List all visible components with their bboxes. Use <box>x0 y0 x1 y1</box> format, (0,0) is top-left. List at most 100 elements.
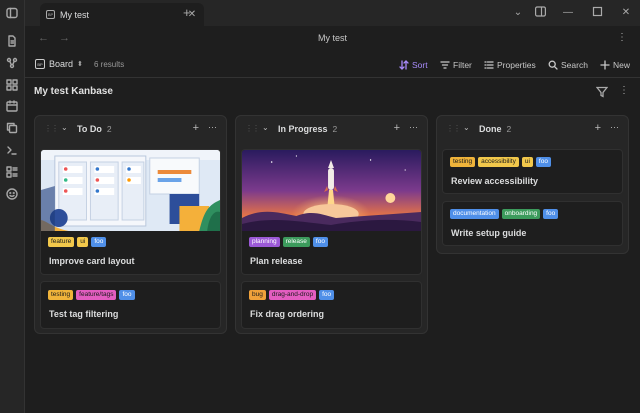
card-tags: testing accessibility ui foo <box>443 157 622 167</box>
view-header: ← → My test ⋮ <box>25 26 640 51</box>
tab-my-test[interactable]: BP My test ✕ <box>40 3 204 26</box>
properties-button[interactable]: Properties <box>484 60 536 70</box>
calendar-icon[interactable] <box>5 99 19 113</box>
card-improve-card-layout[interactable]: feature ui foo Improve card layout <box>40 149 221 275</box>
card-test-tag-filtering[interactable]: testing feature/tags foo Test tag filter… <box>40 281 221 329</box>
card-tags: feature ui foo <box>41 237 220 247</box>
tag[interactable]: foo <box>535 157 551 167</box>
filter-lines-icon <box>440 61 450 69</box>
right-sidebar-toggle-icon[interactable] <box>533 6 547 20</box>
tab-bar: BP My test ✕ + ⌄ — ✕ <box>25 0 640 26</box>
card-cover-image <box>41 150 220 231</box>
sort-icon <box>399 60 409 70</box>
card-tags: bug drag-and-drop foo <box>242 290 421 300</box>
terminal-icon[interactable] <box>5 143 19 157</box>
add-card-plus-icon[interactable]: + <box>193 122 199 134</box>
funnel-filter-icon[interactable] <box>595 86 609 98</box>
column-title: In Progress 2 <box>278 124 338 134</box>
emoji-icon[interactable] <box>5 187 19 201</box>
tag[interactable]: release <box>282 237 310 247</box>
drag-handle-icon[interactable]: ⋮⋮ <box>44 124 59 133</box>
card-tags: planning release foo <box>242 237 421 247</box>
tag[interactable]: planning <box>249 237 280 247</box>
tag[interactable]: ui <box>521 157 533 167</box>
tag[interactable]: drag-and-drop <box>268 290 317 300</box>
column-more-icon[interactable]: ··· <box>208 122 217 132</box>
column-to-do: ⋮⋮ ⌄ To Do 2 + ··· feature ui foo Improv… <box>34 115 227 334</box>
tag[interactable]: feature/tags <box>76 290 117 300</box>
window-close-icon[interactable]: ✕ <box>619 6 633 20</box>
card-title: Fix drag ordering <box>250 309 325 319</box>
tag[interactable]: foo <box>312 237 328 247</box>
search-icon <box>548 60 558 70</box>
column-title: To Do 2 <box>77 124 112 134</box>
chevron-down-icon[interactable]: ⌄ <box>463 123 470 132</box>
add-card-plus-icon[interactable]: + <box>595 122 601 134</box>
kanban-title: My test Kanbase <box>34 86 113 97</box>
copy-icon[interactable] <box>5 121 19 135</box>
tag[interactable]: onboarding <box>501 209 541 219</box>
column-count: 2 <box>332 124 338 134</box>
card-title: Improve card layout <box>49 256 135 266</box>
tag[interactable]: foo <box>543 209 559 219</box>
card-title: Plan release <box>250 256 303 266</box>
tag[interactable]: foo <box>119 290 135 300</box>
plus-icon <box>600 60 610 70</box>
maximize-icon[interactable] <box>590 6 604 20</box>
tag[interactable]: foo <box>91 237 107 247</box>
card-title: Write setup guide <box>451 228 527 238</box>
column-done: ⋮⋮ ⌄ Done 2 + ··· testing accessibility u… <box>436 115 629 254</box>
templates-icon[interactable] <box>5 165 19 179</box>
base-file-icon: BP <box>46 10 55 19</box>
bases-toolbar: BP Board ⬍ 6 results Sort Filter Propert… <box>25 52 640 78</box>
drag-handle-icon[interactable]: ⋮⋮ <box>446 124 461 133</box>
tag[interactable]: testing <box>450 157 476 167</box>
sidebar-toggle-icon[interactable] <box>5 6 19 20</box>
more-options-icon[interactable]: ⋮ <box>619 85 629 96</box>
column-header: ⋮⋮ ⌄ To Do 2 + ··· <box>35 116 226 142</box>
card-title: Review accessibility <box>451 176 539 186</box>
view-selector[interactable]: BP Board ⬍ <box>35 59 83 69</box>
search-button[interactable]: Search <box>548 60 588 70</box>
chevron-down-icon[interactable]: ⌄ <box>262 123 269 132</box>
column-more-icon[interactable]: ··· <box>610 122 619 132</box>
column-count: 2 <box>106 124 112 134</box>
tag[interactable]: bug <box>249 290 266 300</box>
canvas-icon[interactable] <box>5 78 19 92</box>
view-title[interactable]: My test <box>25 33 640 43</box>
card-write-setup-guide[interactable]: documentation onboarding foo Write setup… <box>442 201 623 246</box>
tag[interactable]: documentation <box>450 209 499 219</box>
view-label: Board <box>49 59 74 69</box>
card-tags: testing feature/tags foo <box>41 290 220 300</box>
list-icon <box>484 61 494 69</box>
drag-handle-icon[interactable]: ⋮⋮ <box>245 124 260 133</box>
add-card-plus-icon[interactable]: + <box>394 122 400 134</box>
new-tab-plus-icon[interactable]: + <box>183 6 191 19</box>
results-count: 6 results <box>94 60 125 69</box>
tab-title: My test <box>60 9 90 20</box>
files-icon[interactable] <box>5 34 19 48</box>
tag[interactable]: testing <box>48 290 74 300</box>
chevron-updown-icon: ⬍ <box>77 61 83 68</box>
card-cover-image <box>242 150 421 231</box>
chevron-down-icon[interactable]: ⌄ <box>61 123 68 132</box>
card-plan-release[interactable]: planning release foo Plan release <box>241 149 422 275</box>
tag[interactable]: accessibility <box>478 157 519 167</box>
card-fix-drag-ordering[interactable]: bug drag-and-drop foo Fix drag ordering <box>241 281 422 329</box>
minimize-icon[interactable]: — <box>561 6 575 20</box>
filter-button[interactable]: Filter <box>440 60 472 70</box>
tag[interactable]: foo <box>319 290 335 300</box>
graph-icon[interactable] <box>5 56 19 70</box>
board-view-icon: BP <box>35 59 45 69</box>
tag[interactable]: ui <box>77 237 89 247</box>
sort-button[interactable]: Sort <box>399 60 428 70</box>
column-in-progress: ⋮⋮ ⌄ In Progress 2 + ··· planning releas… <box>235 115 428 334</box>
column-header: ⋮⋮ ⌄ In Progress 2 + ··· <box>236 116 427 142</box>
card-title: Test tag filtering <box>49 309 119 319</box>
chevron-down-icon[interactable]: ⌄ <box>511 6 525 20</box>
column-more-icon[interactable]: ··· <box>409 122 418 132</box>
tag[interactable]: feature <box>48 237 75 247</box>
more-options-icon[interactable]: ⋮ <box>617 32 627 43</box>
new-button[interactable]: New <box>600 60 630 70</box>
card-review-accessibility[interactable]: testing accessibility ui foo Review acce… <box>442 149 623 194</box>
